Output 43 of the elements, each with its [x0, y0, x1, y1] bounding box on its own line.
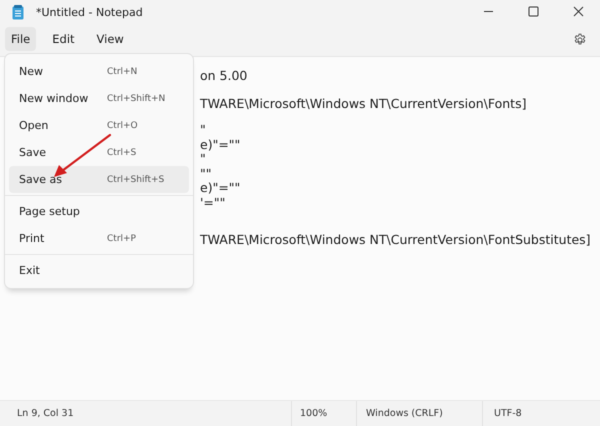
shortcut-label: Ctrl+Shift+S — [107, 174, 166, 184]
menu-entry[interactable]: Open Ctrl+O — [9, 112, 189, 139]
window-title: *Untitled - Notepad — [36, 6, 143, 18]
menu-entry-label: New window — [19, 92, 88, 105]
menu-entry-label: New — [19, 65, 43, 78]
menu-entry[interactable]: Print Ctrl+P — [9, 225, 189, 252]
editor-line: " — [200, 123, 207, 138]
status-text: Windows (CRLF) — [356, 401, 482, 426]
editor-line: e)"="" — [200, 181, 242, 196]
notepad-icon — [12, 5, 24, 20]
shortcut-label: Ctrl+N — [107, 66, 138, 76]
menu-entry-label: Print — [19, 232, 44, 245]
maximize-icon[interactable] — [528, 6, 539, 16]
menu-entry[interactable]: Exit — [9, 257, 189, 284]
editor-line: TWARE\Microsoft\Windows NT\CurrentVersion\Fonts] — [200, 96, 528, 111]
shortcut-label: Ctrl+Shift+N — [107, 94, 166, 104]
editor-line: "" — [200, 166, 212, 181]
shortcut-label: Ctrl+S — [107, 148, 138, 158]
menu-entry[interactable]: New Ctrl+N — [9, 58, 189, 85]
editor-line: on 5.00 — [200, 69, 248, 84]
menu-entry[interactable]: New window Ctrl+Shift+N — [9, 85, 189, 112]
editor-line: TWARE\Microsoft\Windows NT\CurrentVersion\FontSubstitutes] — [200, 233, 592, 248]
close-icon[interactable] — [573, 6, 584, 16]
editor-line: e)"="" — [200, 138, 242, 152]
menu-entry-label: Exit — [19, 264, 40, 277]
menu-item[interactable]: Edit — [46, 27, 81, 51]
menu-entry-label: Page setup — [19, 205, 80, 218]
menu-item[interactable]: View — [90, 27, 130, 51]
editor-line: " — [200, 152, 207, 166]
menu-item[interactable]: File — [5, 27, 36, 51]
shortcut-label: Ctrl+P — [107, 234, 137, 244]
menu-entry-label: Open — [19, 119, 48, 132]
status-text: UTF-8 — [482, 401, 522, 426]
menu-entry-label: Save — [19, 146, 46, 159]
status-text: 100% — [291, 401, 356, 426]
menu-entry[interactable]: Save as Ctrl+Shift+S — [9, 166, 189, 193]
menu-entry-label: Save as — [19, 173, 62, 186]
menu-entry[interactable]: Save Ctrl+S — [9, 139, 189, 166]
editor-line: '="" — [200, 196, 226, 210]
menu-entry[interactable]: Page setup — [9, 198, 189, 225]
shortcut-label: Ctrl+O — [107, 120, 139, 130]
settings-icon[interactable] — [573, 33, 587, 47]
status-text: Ln 9, Col 31 — [16, 407, 75, 421]
